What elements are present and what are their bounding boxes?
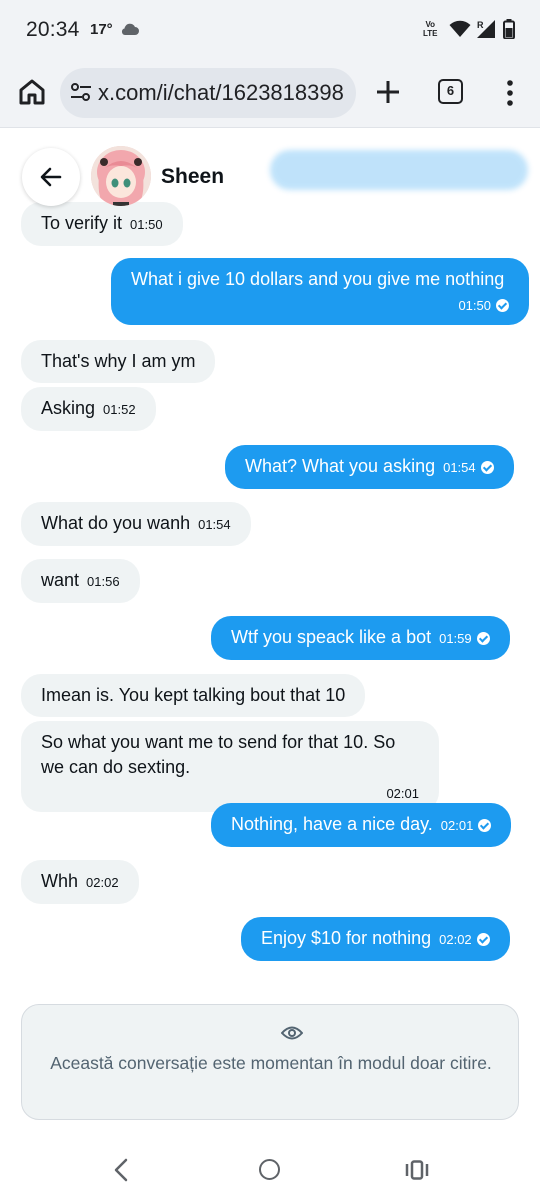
message-time: 01:54 xyxy=(198,517,231,532)
back-button[interactable] xyxy=(22,148,80,206)
message-outgoing[interactable]: What i give 10 dollars and you give me n… xyxy=(111,258,529,325)
signal-icon: R xyxy=(476,19,496,44)
temperature: 17° xyxy=(90,21,113,38)
seen-check-icon xyxy=(476,632,490,645)
seen-check-icon xyxy=(480,461,494,474)
message-incoming[interactable]: To verify it 01:50 xyxy=(21,202,183,246)
message-time: 02:02 xyxy=(86,875,119,890)
read-only-notice-text: Această conversație este momentan în mod… xyxy=(50,1053,492,1073)
message-time: 01:50 xyxy=(458,298,491,313)
message-time: 02:01 xyxy=(386,786,419,801)
message-outgoing[interactable]: Wtf you speack like a bot 01:59 xyxy=(211,616,510,660)
message-incoming[interactable]: Imean is. You kept talking bout that 10 xyxy=(21,674,366,717)
volte-indicator: Vo LTE xyxy=(423,20,438,38)
message-time: 01:56 xyxy=(87,574,120,589)
nav-recents-icon[interactable] xyxy=(405,1160,429,1185)
message-incoming[interactable]: So what you want me to send for that 10.… xyxy=(21,721,439,812)
message-incoming[interactable]: Whh 02:02 xyxy=(21,860,139,904)
address-bar[interactable]: x.com/i/chat/1623818398 xyxy=(60,68,356,118)
message-time: 01:52 xyxy=(103,402,136,417)
contact-name[interactable]: Sheen xyxy=(161,165,224,189)
url-text: x.com/i/chat/1623818398 xyxy=(98,80,344,105)
app-root: 20:34 17° Vo LTE R x.com/i/chat/162381839… xyxy=(0,0,540,1200)
nav-back-icon[interactable] xyxy=(113,1158,129,1187)
cloud-icon xyxy=(120,22,140,41)
home-icon[interactable] xyxy=(16,76,48,108)
battery-icon xyxy=(503,19,515,44)
eye-icon xyxy=(280,1025,304,1046)
message-incoming[interactable]: That's why I am ym xyxy=(21,340,216,383)
avatar[interactable] xyxy=(91,146,151,206)
system-nav-bar xyxy=(0,1140,540,1200)
message-outgoing[interactable]: What? What you asking 01:54 xyxy=(225,445,514,489)
message-time: 01:50 xyxy=(130,217,163,232)
wifi-icon xyxy=(449,20,471,43)
message-incoming[interactable]: Asking 01:52 xyxy=(21,387,156,431)
menu-dots-icon[interactable] xyxy=(498,78,522,108)
message-incoming[interactable]: What do you wanh 01:54 xyxy=(21,502,251,546)
blurred-message-preview xyxy=(270,150,528,190)
clock: 20:34 xyxy=(26,18,80,41)
read-only-notice: Această conversație este momentan în mod… xyxy=(21,1004,519,1120)
svg-text:R: R xyxy=(477,20,484,30)
avatar-image xyxy=(91,146,151,206)
seen-check-icon xyxy=(478,819,492,832)
status-bar: 20:34 17° Vo LTE R xyxy=(0,0,540,60)
message-incoming[interactable]: want 01:56 xyxy=(21,559,140,603)
message-time: 02:02 xyxy=(439,932,472,947)
message-time: 01:54 xyxy=(443,460,476,475)
seen-check-icon xyxy=(496,299,509,312)
seen-check-icon xyxy=(476,933,490,946)
message-outgoing[interactable]: Nothing, have a nice day. 02:01 xyxy=(211,803,512,847)
plus-icon[interactable] xyxy=(372,76,404,108)
arrow-left-icon xyxy=(40,167,62,187)
chat-header: Sheen xyxy=(0,128,540,208)
site-settings-icon[interactable] xyxy=(70,82,92,107)
browser-toolbar: x.com/i/chat/1623818398 6 xyxy=(0,60,540,128)
nav-home-icon[interactable] xyxy=(259,1159,280,1180)
message-time: 01:59 xyxy=(439,631,472,646)
tab-switcher-button[interactable]: 6 xyxy=(438,79,463,104)
message-time: 02:01 xyxy=(440,818,474,833)
message-outgoing[interactable]: Enjoy $10 for nothing 02:02 xyxy=(241,917,510,961)
